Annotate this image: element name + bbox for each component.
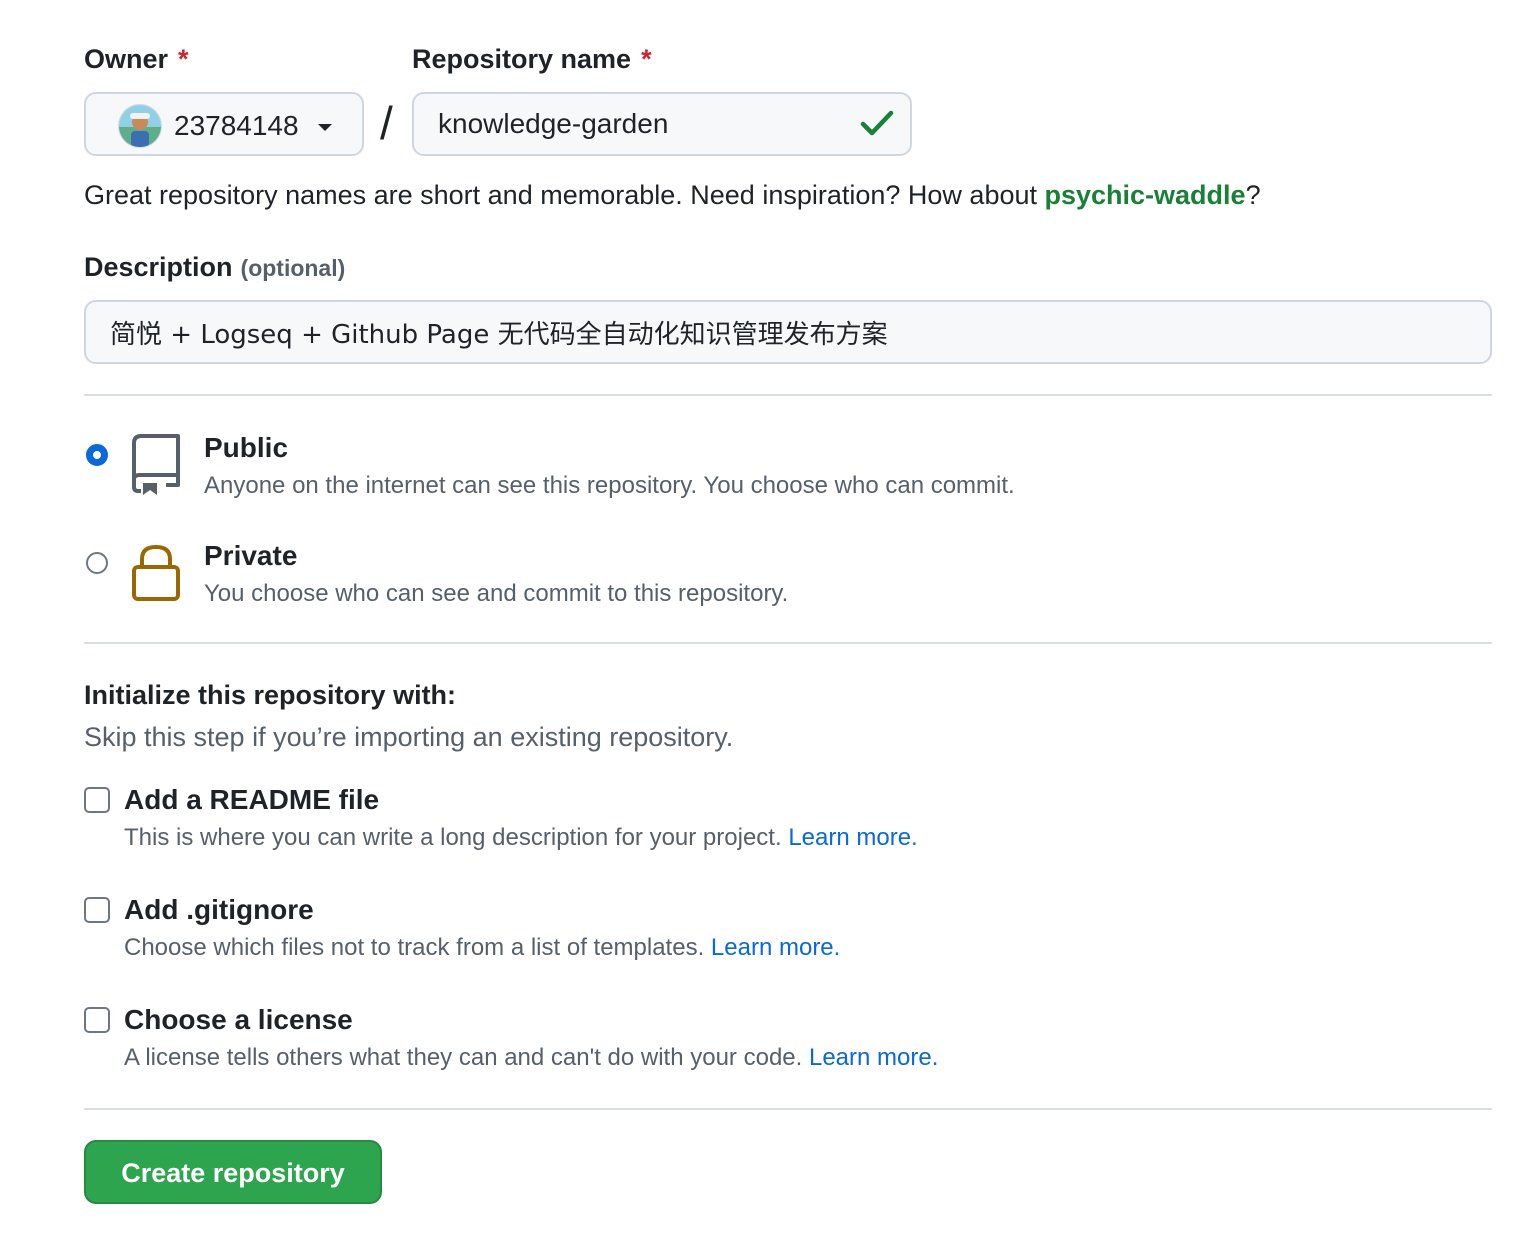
public-description: Anyone on the internet can see this repo…	[204, 472, 1015, 499]
gitignore-description: Choose which files not to track from a l…	[124, 934, 840, 962]
chevron-down-icon	[318, 124, 332, 131]
description-label-text: Description	[84, 252, 233, 282]
divider	[84, 642, 1492, 644]
readme-checkbox[interactable]	[84, 787, 110, 813]
description-label: Description (optional)	[84, 252, 345, 283]
owner-value: 23784148	[174, 110, 299, 141]
gitignore-title: Add .gitignore	[124, 894, 314, 925]
license-title: Choose a license	[124, 1004, 353, 1035]
divider	[84, 1108, 1492, 1110]
owner-label-text: Owner	[84, 44, 169, 74]
lock-icon	[132, 544, 180, 601]
license-checkbox[interactable]	[84, 1007, 110, 1033]
repo-name-label-text: Repository name	[412, 44, 632, 74]
gitignore-checkbox[interactable]	[84, 897, 110, 923]
readme-description: This is where you can write a long descr…	[124, 824, 918, 852]
repo-name-hint: Great repository names are short and mem…	[84, 180, 1261, 211]
initialize-subheading: Skip this step if you’re importing an ex…	[84, 722, 734, 752]
readme-title: Add a README file	[124, 784, 380, 815]
repo-book-icon	[132, 434, 180, 495]
repo-name-label: Repository name *	[412, 44, 652, 75]
private-title: Private	[204, 540, 298, 571]
owner-select-button[interactable]: 23784148	[84, 92, 364, 156]
hint-suffix: ?	[1245, 180, 1261, 210]
description-input[interactable]	[84, 300, 1492, 364]
check-icon	[860, 110, 894, 136]
readme-description-text: This is where you can write a long descr…	[124, 824, 782, 851]
public-radio[interactable]	[86, 444, 108, 466]
owner-label: Owner *	[84, 44, 189, 75]
gitignore-learn-more-link[interactable]: Learn more.	[711, 934, 840, 961]
license-learn-more-link[interactable]: Learn more.	[809, 1044, 938, 1071]
owner-repo-separator: /	[380, 97, 393, 149]
avatar	[118, 104, 162, 148]
license-description: A license tells others what they can and…	[124, 1044, 938, 1072]
create-repository-button[interactable]: Create repository	[84, 1140, 382, 1204]
optional-tag: (optional)	[240, 255, 346, 281]
name-suggestion-link[interactable]: psychic-waddle	[1045, 180, 1246, 210]
public-title: Public	[204, 432, 289, 463]
initialize-heading: Initialize this repository with:	[84, 680, 457, 710]
private-radio[interactable]	[86, 552, 108, 574]
divider	[84, 394, 1492, 396]
repo-name-input[interactable]	[412, 92, 912, 156]
owner-required-mark: *	[178, 44, 189, 74]
readme-learn-more-link[interactable]: Learn more.	[788, 824, 917, 851]
hint-text: Great repository names are short and mem…	[84, 180, 1045, 210]
private-description: You choose who can see and commit to thi…	[204, 580, 789, 607]
gitignore-description-text: Choose which files not to track from a l…	[124, 934, 705, 961]
license-description-text: A license tells others what they can and…	[124, 1044, 803, 1071]
repo-name-required-mark: *	[641, 44, 652, 74]
